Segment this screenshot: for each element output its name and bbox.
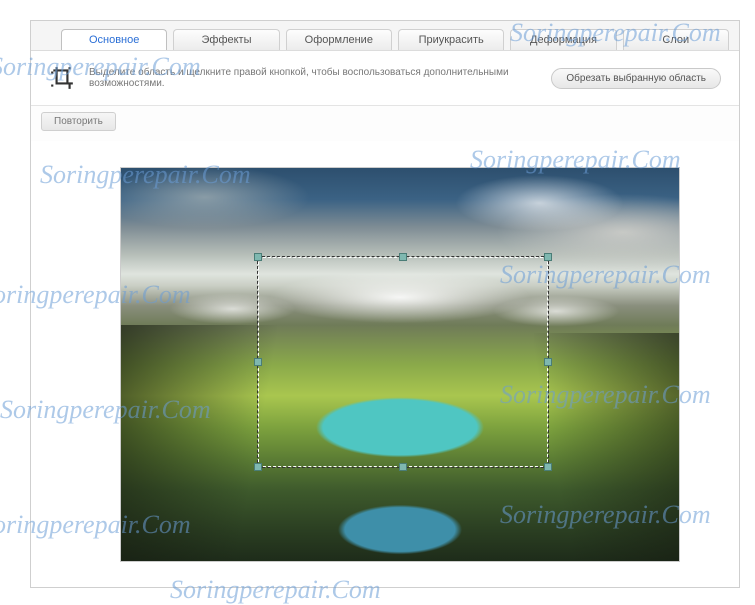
handle-bottom-mid[interactable]	[399, 463, 407, 471]
handle-top-left[interactable]	[254, 253, 262, 261]
tab-label: Деформация	[530, 34, 597, 46]
crop-selection[interactable]	[257, 256, 549, 468]
tab-label: Приукрасить	[419, 34, 484, 46]
tab-label: Основное	[89, 34, 139, 46]
tab-beautify[interactable]: Приукрасить	[398, 29, 504, 50]
tab-basic[interactable]: Основное	[61, 29, 167, 50]
tab-effects[interactable]: Эффекты	[173, 29, 279, 50]
tab-layers[interactable]: Слои	[623, 29, 729, 50]
toolbar: Выделите область и щелкните правой кнопк…	[31, 51, 739, 106]
crop-selection-button[interactable]: Обрезать выбранную область	[551, 68, 721, 89]
editor-window: Основное Эффекты Оформление Приукрасить …	[30, 20, 740, 588]
handle-top-right[interactable]	[544, 253, 552, 261]
hint-text: Выделите область и щелкните правой кнопк…	[89, 67, 537, 89]
handle-mid-right[interactable]	[544, 358, 552, 366]
repeat-button[interactable]: Повторить	[41, 112, 116, 131]
handle-bottom-right[interactable]	[544, 463, 552, 471]
tab-deform[interactable]: Деформация	[510, 29, 616, 50]
main-tabs: Основное Эффекты Оформление Приукрасить …	[31, 21, 739, 51]
tab-label: Слои	[662, 34, 689, 46]
handle-mid-left[interactable]	[254, 358, 262, 366]
handle-top-mid[interactable]	[399, 253, 407, 261]
image-canvas[interactable]	[120, 167, 680, 562]
tab-decor[interactable]: Оформление	[286, 29, 392, 50]
tab-label: Оформление	[305, 34, 373, 46]
sub-toolbar: Повторить	[31, 106, 739, 141]
tab-label: Эффекты	[201, 34, 251, 46]
handle-bottom-left[interactable]	[254, 463, 262, 471]
shadow-right	[534, 333, 679, 561]
canvas-area	[31, 141, 739, 587]
crop-icon	[49, 65, 75, 91]
